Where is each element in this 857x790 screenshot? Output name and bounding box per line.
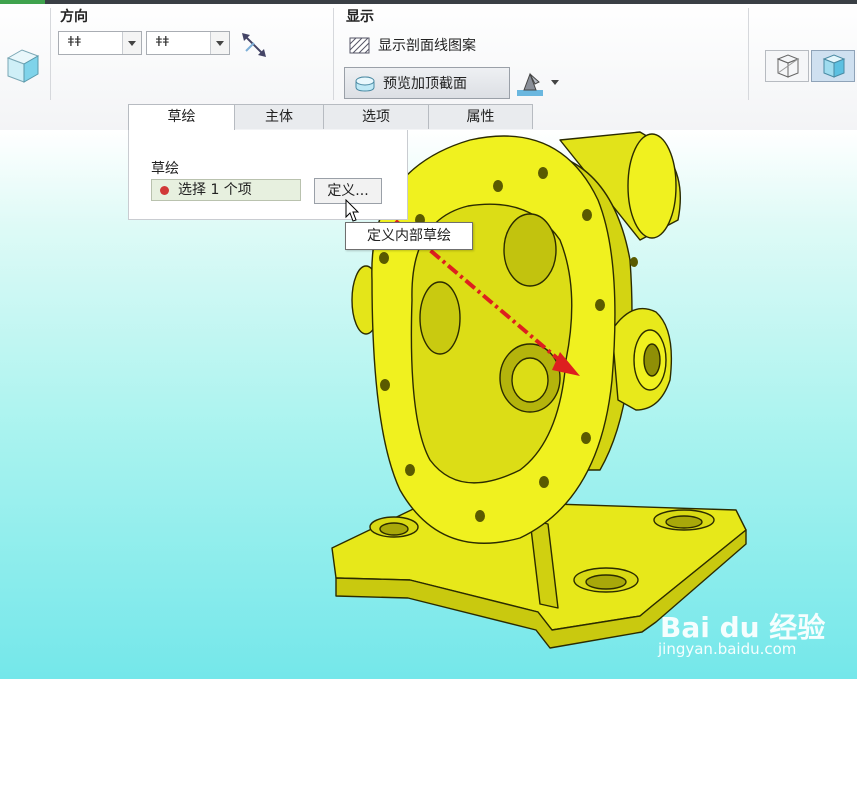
wireframe-cube-icon bbox=[776, 54, 800, 78]
extrude-solid-icon[interactable] bbox=[4, 46, 42, 84]
shaded-cube-icon bbox=[822, 54, 846, 78]
mouse-cursor-icon bbox=[345, 199, 360, 222]
cut-preview-icon bbox=[355, 76, 375, 92]
wireframe-view-button[interactable] bbox=[765, 50, 809, 82]
direction-combo-1[interactable]: ǂǂ bbox=[58, 31, 142, 55]
chevron-down-icon[interactable] bbox=[122, 32, 141, 54]
direction-combo-1-glyph: ǂǂ bbox=[67, 35, 82, 50]
tab-body[interactable]: 主体 bbox=[234, 104, 324, 129]
chevron-down-icon[interactable] bbox=[210, 32, 229, 54]
flip-direction-icon[interactable] bbox=[240, 31, 270, 59]
watermark-url: jingyan.baidu.com bbox=[658, 640, 797, 658]
collector-text: 选择 1 个项 bbox=[178, 182, 252, 198]
hatch-pattern-icon bbox=[349, 37, 370, 54]
separator bbox=[333, 8, 334, 100]
baidu-paw-logo bbox=[730, 732, 758, 756]
ribbon-top-bar bbox=[0, 0, 857, 4]
ribbon: 方向 ǂǂ ǂǂ 显示 显示剖面线图案 预览加顶截面 草绘 主体 选项 属性 bbox=[0, 0, 857, 131]
display-group-title: 显示 bbox=[346, 9, 374, 25]
direction-combo-2[interactable]: ǂǂ bbox=[146, 31, 230, 55]
section-color-icon[interactable] bbox=[515, 70, 547, 98]
separator bbox=[50, 8, 51, 100]
tab-options[interactable]: 选项 bbox=[323, 104, 429, 129]
preview-top-cut-label: 预览加顶截面 bbox=[383, 76, 467, 92]
dashboard-tabs: 草绘 主体 选项 属性 bbox=[128, 104, 533, 131]
tab-properties[interactable]: 属性 bbox=[428, 104, 533, 129]
shaded-view-button[interactable] bbox=[811, 50, 855, 82]
direction-combo-2-glyph: ǂǂ bbox=[155, 35, 170, 50]
direction-group-title: 方向 bbox=[60, 9, 88, 25]
separator bbox=[748, 8, 749, 100]
tab-sketch[interactable]: 草绘 bbox=[128, 104, 235, 131]
sketch-collector[interactable]: 选择 1 个项 bbox=[151, 179, 301, 201]
sketch-panel: 草绘 选择 1 个项 定义... bbox=[128, 130, 408, 220]
define-tooltip: 定义内部草绘 bbox=[345, 222, 473, 250]
sketch-panel-title: 草绘 bbox=[151, 161, 179, 177]
chevron-down-icon[interactable] bbox=[551, 80, 559, 85]
required-dot-icon bbox=[160, 186, 169, 195]
preview-top-cut-button[interactable]: 预览加顶截面 bbox=[344, 67, 510, 99]
show-hatch-button[interactable]: 显示剖面线图案 bbox=[348, 34, 476, 56]
show-hatch-label: 显示剖面线图案 bbox=[378, 38, 476, 54]
